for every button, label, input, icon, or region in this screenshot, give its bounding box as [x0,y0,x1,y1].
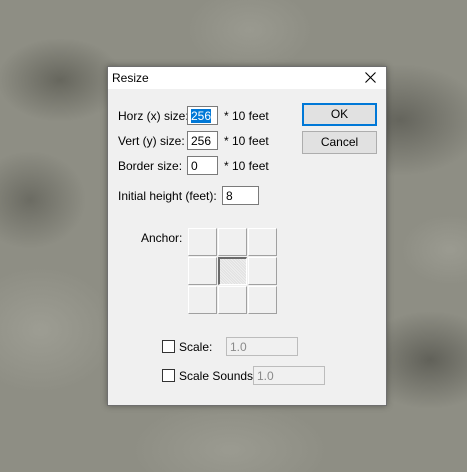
initial-height-input[interactable]: 8 [222,186,259,205]
border-size-label: Border size: [118,159,183,173]
title-bar: Resize [108,67,386,89]
cancel-button[interactable]: Cancel [302,131,377,154]
scale-label: Scale: [179,340,213,354]
horz-size-input[interactable]: 256 [187,106,218,125]
anchor-top-center[interactable] [218,228,247,256]
horz-size-label: Horz (x) size: [118,109,189,123]
anchor-center[interactable] [218,257,247,285]
vert-size-unit: * 10 feet [224,134,269,148]
scale-sounds-value: 1.0 [257,369,274,383]
vert-size-input[interactable]: 256 [187,131,218,150]
horz-size-value: 256 [191,109,212,123]
close-icon [365,72,376,83]
scale-sounds-label: Scale Sounds [179,369,254,383]
vert-size-value: 256 [191,134,212,148]
anchor-middle-right[interactable] [248,257,277,285]
anchor-bottom-left[interactable] [188,286,217,314]
scale-checkbox[interactable] [162,340,175,353]
anchor-label: Anchor: [141,231,183,245]
ok-button[interactable]: OK [302,103,377,126]
anchor-top-left[interactable] [188,228,217,256]
dialog-title: Resize [112,71,149,85]
anchor-middle-left[interactable] [188,257,217,285]
vert-size-label: Vert (y) size: [118,134,185,148]
resize-dialog: Resize Horz (x) size: 256 * 10 feet Vert… [107,66,387,406]
border-size-value: 0 [191,159,198,173]
border-size-input[interactable]: 0 [187,156,218,175]
anchor-grid [188,228,278,315]
border-size-unit: * 10 feet [224,159,269,173]
horz-size-unit: * 10 feet [224,109,269,123]
anchor-bottom-right[interactable] [248,286,277,314]
initial-height-label: Initial height (feet): [118,189,217,203]
scale-value: 1.0 [230,340,247,354]
scale-sounds-checkbox[interactable] [162,369,175,382]
close-button[interactable] [356,67,386,89]
scale-sounds-input[interactable]: 1.0 [253,366,325,385]
anchor-bottom-center[interactable] [218,286,247,314]
scale-input[interactable]: 1.0 [226,337,298,356]
anchor-top-right[interactable] [248,228,277,256]
initial-height-value: 8 [226,189,233,203]
